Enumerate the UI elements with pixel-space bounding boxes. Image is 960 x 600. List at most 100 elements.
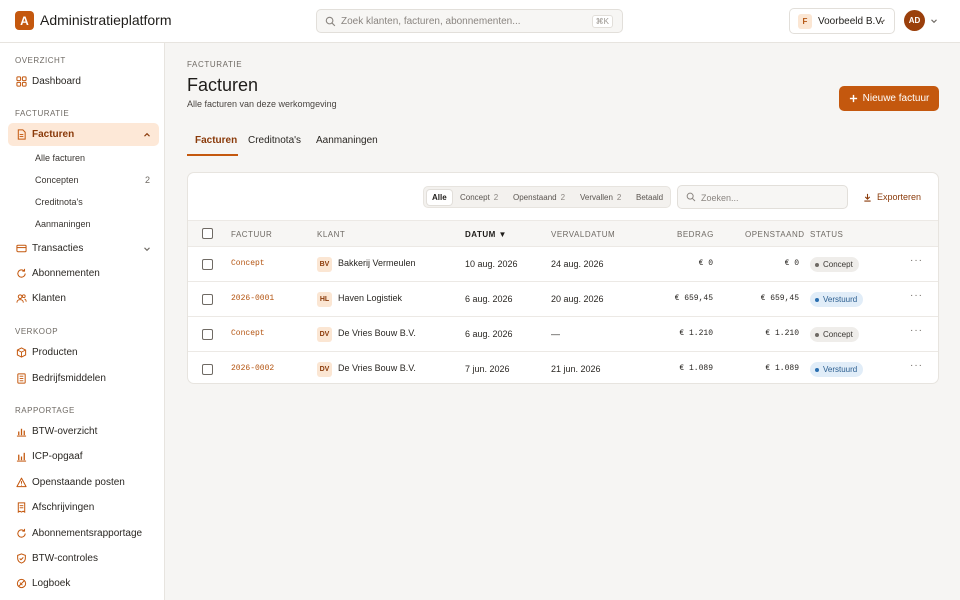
sidebar-item-label: BTW-overzicht [32,426,98,437]
filter-concept[interactable]: Concept 2 [455,190,503,205]
sidebar-item-label: Transacties [32,243,84,254]
row-checkbox[interactable] [202,329,213,340]
app-logo: A [15,11,34,30]
concepten-count: 2 [145,175,151,185]
sidebar-item-label: Klanten [32,293,66,304]
box-icon [16,347,27,358]
table-search-input[interactable]: Zoeken... [677,185,848,209]
sidebar-item-icp-opgaaf[interactable]: ICP-opgaaf [8,445,159,468]
tab-facturen[interactable]: Facturen [195,135,237,146]
sidebar-item-label: Dashboard [32,76,81,87]
client-badge: DV [317,362,332,377]
more-actions-icon[interactable]: ··· [910,325,923,336]
export-label: Exporteren [877,192,922,202]
org-badge: F [798,14,812,29]
table-row[interactable]: Concept DV De Vries Bouw B.V. 6 aug. 202… [188,317,938,352]
client-name: De Vries Bouw B.V. [338,328,416,338]
section-reports: RAPPORTAGE [15,406,75,415]
chevron-down-icon[interactable] [930,17,938,25]
page-title: Facturen [187,75,259,95]
sort-desc-icon: ▼ [498,230,507,239]
table-row[interactable]: Concept BV Bakkerij Vermeulen 10 aug. 20… [188,247,938,282]
shield-check-icon [17,553,26,564]
column-klant[interactable]: KLANT [317,230,345,239]
invoice-number[interactable]: Concept [231,329,265,338]
global-search-input[interactable]: Zoek klanten, facturen, abonnementen... … [316,9,623,33]
status-badge: Concept [810,257,859,272]
table-row[interactable]: 2026-0002 DV De Vries Bouw B.V. 7 jun. 2… [188,352,938,383]
due-date: 20 aug. 2026 [551,294,604,304]
filter-vervallen[interactable]: Vervallen 2 [575,190,626,205]
sidebar-item-btw-overzicht[interactable]: BTW-overzicht [8,420,159,443]
table-search-placeholder: Zoeken... [701,193,739,203]
user-avatar[interactable]: AD [904,10,925,31]
tab-aanmaningen[interactable]: Aanmaningen [316,135,378,146]
amount: € 659,45 [674,294,713,303]
sidebar-item-klanten[interactable]: Klanten [8,287,159,310]
sidebar-item-facturen[interactable]: Facturen [8,123,159,146]
table-row[interactable]: 2026-0001 HL Haven Logistiek 6 aug. 2026… [188,282,938,317]
filter-alle[interactable]: Alle [427,190,452,205]
invoice-number[interactable]: Concept [231,259,265,268]
refresh-icon [17,268,26,278]
status-badge: Verstuurd [810,292,864,307]
status-badge: Concept [810,327,859,342]
column-datum[interactable]: DATUM ▼ [465,230,507,239]
client-name: Bakkerij Vermeulen [338,258,416,268]
export-button[interactable]: Exporteren [863,192,921,202]
sidebar-item-btw-controles[interactable]: BTW-controles [8,547,159,570]
more-actions-icon[interactable]: ··· [910,290,923,301]
sidebar-item-producten[interactable]: Producten [8,341,159,364]
search-placeholder: Zoek klanten, facturen, abonnementen... [341,16,521,27]
filter-betaald[interactable]: Betaald [631,190,668,205]
new-invoice-button[interactable]: Nieuwe factuur [839,86,939,111]
refresh-icon [17,528,26,538]
invoice-date: 10 aug. 2026 [465,259,518,269]
row-checkbox[interactable] [202,364,213,375]
row-checkbox[interactable] [202,259,213,270]
organization-switcher[interactable]: F Voorbeeld B.V. [789,8,895,34]
column-status[interactable]: STATUS [810,230,843,239]
outstanding: € 0 [784,259,799,268]
amount: € 1.089 [679,364,713,373]
sidebar-item-label: Abonnementsrapportage [32,528,143,539]
sidebar-subitem-alle-facturen[interactable]: Alle facturen [35,153,85,163]
select-all-checkbox[interactable] [202,228,213,239]
sidebar-item-label: Bedrijfsmiddelen [32,373,106,384]
sidebar-item-abonnementsrapportage[interactable]: Abonnementsrapportage [8,522,159,545]
users-icon [16,294,27,303]
warning-icon [16,477,27,488]
sidebar-item-dashboard[interactable]: Dashboard [8,70,159,93]
sidebar-item-openstaande-posten[interactable]: Openstaande posten [8,471,159,494]
column-bedrag[interactable]: BEDRAG [677,230,714,239]
filter-openstaand[interactable]: Openstaand 2 [508,190,570,205]
more-actions-icon[interactable]: ··· [910,255,923,266]
sidebar-item-label: Openstaande posten [32,477,125,488]
sidebar-item-transacties[interactable]: Transacties [8,237,159,260]
sidebar-item-abonnementen[interactable]: Abonnementen [8,262,159,285]
amount: € 0 [698,259,713,268]
building-icon [17,373,26,384]
client-badge: BV [317,257,332,272]
invoice-number[interactable]: 2026-0002 [231,364,274,373]
sidebar-subitem-concepten[interactable]: Concepten [35,175,79,185]
sidebar-item-logboek[interactable]: Logboek [8,572,159,595]
more-actions-icon[interactable]: ··· [910,360,923,371]
client-name: Haven Logistiek [338,293,403,303]
column-openstaand[interactable]: OPENSTAAND [745,230,805,239]
column-factuur[interactable]: FACTUUR [231,230,272,239]
client-badge: DV [317,327,332,342]
due-date: 21 jun. 2026 [551,364,601,374]
column-vervaldatum[interactable]: VERVALDATUM [551,230,615,239]
sidebar-subitem-aanmaningen[interactable]: Aanmaningen [35,219,91,229]
bar-chart-icon [16,452,27,462]
sidebar-item-bedrijfsmiddelen[interactable]: Bedrijfsmiddelen [8,367,159,390]
row-checkbox[interactable] [202,294,213,305]
tab-creditnotas[interactable]: Creditnota's [248,135,301,146]
outstanding: € 659,45 [760,294,799,303]
wallet-icon [16,244,27,253]
chevron-down-icon [144,247,150,252]
sidebar-item-afschrijvingen[interactable]: Afschrijvingen [8,496,159,519]
sidebar-subitem-creditnotas[interactable]: Creditnota's [35,197,83,207]
invoice-number[interactable]: 2026-0001 [231,294,274,303]
